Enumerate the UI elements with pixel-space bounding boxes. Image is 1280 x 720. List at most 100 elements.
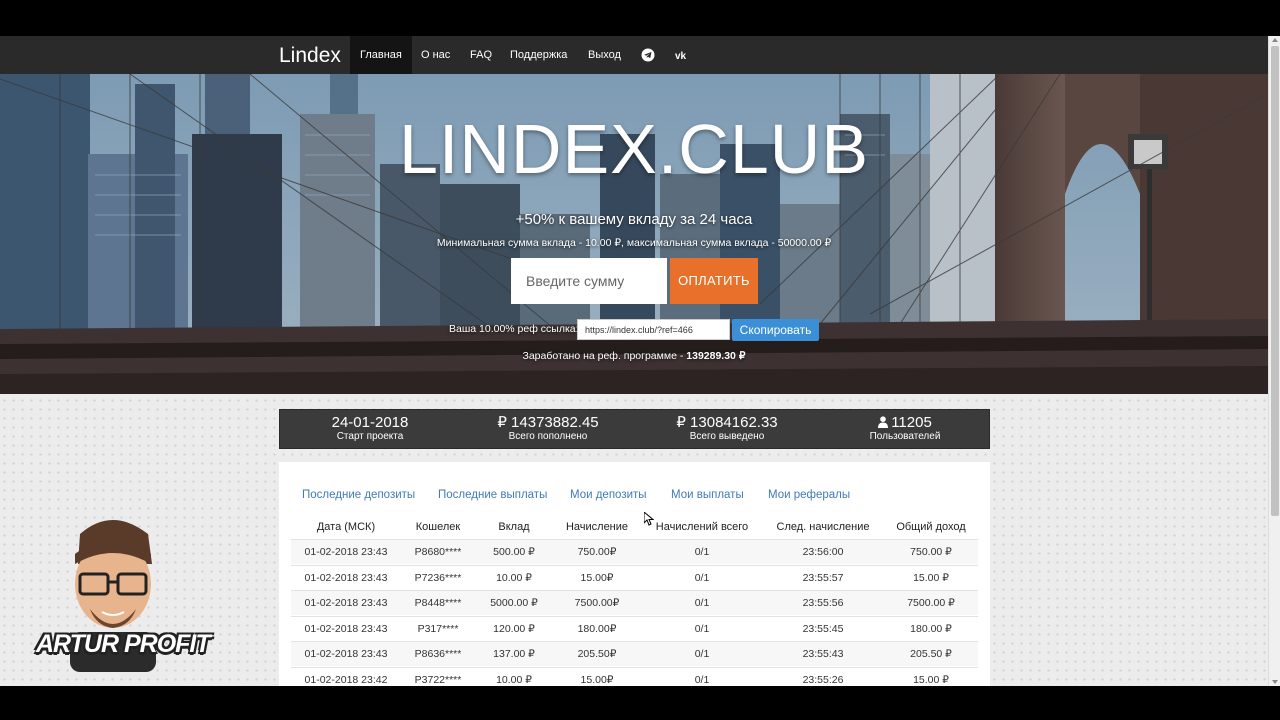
cell-date: 01-02-2018 23:43 xyxy=(304,571,388,584)
cell-total-income: 750.00 ₽ xyxy=(910,546,952,558)
cell-accrual: 15.00₽ xyxy=(580,673,614,686)
cell-accruals-total: 0/1 xyxy=(694,673,710,686)
stat-start-label: Старт проекта xyxy=(336,431,404,442)
cell-deposit: 137.00 ₽ xyxy=(493,648,535,660)
cell-accruals-total: 0/1 xyxy=(694,622,710,635)
stat-users-label: Пользователей xyxy=(869,431,941,442)
vk-icon[interactable]: vk xyxy=(675,48,691,62)
ref-earnings-text: Заработано на реф. программе - 139289.30… xyxy=(0,350,1268,362)
scrollbar-thumb[interactable] xyxy=(1271,46,1279,516)
col-deposit: Вклад xyxy=(498,521,530,533)
cell-total-income: 15.00 ₽ xyxy=(913,673,949,686)
col-wallet: Кошелек xyxy=(415,521,461,533)
cell-accrual: 180.00₽ xyxy=(577,622,617,635)
cell-next-accrual: 23:56:00 xyxy=(802,546,844,558)
cell-next-accrual: 23:55:56 xyxy=(802,597,844,609)
cell-accruals-total: 0/1 xyxy=(694,648,710,660)
cell-deposit: 500.00 ₽ xyxy=(493,546,535,558)
ref-earnings-value: 139289.30 ₽ xyxy=(686,350,746,362)
stat-start-value: 24-01-2018 xyxy=(331,414,409,431)
tab-my-referrals[interactable]: Мои рефералы xyxy=(768,489,850,501)
stat-withdrawn-label: Всего выведено xyxy=(689,431,765,442)
stat-start: 24-01-2018 Старт проекта xyxy=(280,414,460,443)
col-accrual: Начисление xyxy=(565,521,629,533)
nav-item-logout[interactable]: Выход xyxy=(578,36,631,74)
cell-deposit: 10.00 ₽ xyxy=(496,673,532,686)
stat-users-value: 11205 xyxy=(891,414,932,431)
cell-deposit: 120.00 ₽ xyxy=(493,622,535,635)
ref-earnings-label: Заработано на реф. программе - xyxy=(522,350,687,362)
cell-total-income: 15.00 ₽ xyxy=(913,571,949,584)
cell-wallet: P8448**** xyxy=(414,597,462,609)
browser-viewport: Lindex Главная О нас FAQ Поддержка Выход… xyxy=(0,36,1268,686)
navbar: Lindex Главная О нас FAQ Поддержка Выход… xyxy=(0,36,1268,74)
stat-users-value-wrap: 11205 xyxy=(815,414,995,431)
cell-accrual: 750.00₽ xyxy=(577,546,617,558)
cell-next-accrual: 23:55:45 xyxy=(802,622,844,635)
brand-logo[interactable]: Lindex xyxy=(279,44,341,68)
cell-total-income: 180.00 ₽ xyxy=(910,622,952,635)
cell-date: 01-02-2018 23:43 xyxy=(304,597,388,609)
stat-deposited-value: ₽ 14373882.45 xyxy=(497,414,599,431)
watermark-text: ARTUR PROFIT xyxy=(36,630,211,658)
amount-input[interactable] xyxy=(511,258,667,304)
hero-subtitle: +50% к вашему вкладу за 24 часа xyxy=(515,211,753,228)
artur-profit-logo xyxy=(70,520,156,672)
cell-wallet: P7236**** xyxy=(414,571,462,584)
col-total-income: Общий доход xyxy=(896,521,966,533)
stat-deposited-label: Всего пополнено xyxy=(508,431,588,442)
tab-my-deposits[interactable]: Мои депозиты xyxy=(570,489,647,501)
cell-accruals-total: 0/1 xyxy=(694,597,710,609)
cell-wallet: P8680**** xyxy=(414,546,462,558)
hero-section: LINDEX.CLUB +50% к вашему вкладу за 24 ч… xyxy=(0,74,1268,394)
copy-button[interactable]: Скопировать xyxy=(732,319,819,341)
cell-wallet: P317**** xyxy=(417,622,459,635)
scroll-down-arrow-icon[interactable] xyxy=(1272,680,1278,684)
ref-link-label: Ваша 10.00% реф ссылка: xyxy=(449,323,579,335)
svg-text:vk: vk xyxy=(675,51,687,62)
stats-bar: 24-01-2018 Старт проекта ₽ 14373882.45 В… xyxy=(279,409,990,449)
col-next-accrual: След. начисление xyxy=(776,521,870,533)
tab-last-deposits[interactable]: Последние депозиты xyxy=(302,489,415,501)
user-icon xyxy=(878,416,889,428)
stat-users: 11205 Пользователей xyxy=(815,414,995,443)
cell-accrual: 15.00₽ xyxy=(580,571,614,584)
cell-date: 01-02-2018 23:42 xyxy=(304,673,388,686)
nav-item-home[interactable]: Главная xyxy=(350,36,412,74)
letterbox-top xyxy=(0,0,1280,36)
stat-withdrawn-value: ₽ 13084162.33 xyxy=(676,414,778,431)
col-accruals-total: Начислений всего xyxy=(655,521,749,533)
vertical-scrollbar[interactable] xyxy=(1268,36,1280,686)
cell-deposit: 5000.00 ₽ xyxy=(490,597,538,609)
pay-button[interactable]: ОПЛАТИТЬ xyxy=(670,258,758,304)
tab-last-payouts[interactable]: Последние выплаты xyxy=(438,489,547,501)
cell-wallet: P8636**** xyxy=(414,648,462,660)
hero-title: LINDEX.CLUB xyxy=(398,110,870,188)
cell-date: 01-02-2018 23:43 xyxy=(304,622,388,635)
scroll-up-arrow-icon[interactable] xyxy=(1272,38,1278,42)
cell-accruals-total: 0/1 xyxy=(694,546,710,558)
telegram-icon[interactable] xyxy=(641,48,655,62)
cell-wallet: P3722**** xyxy=(414,673,462,686)
cell-accrual: 7500.00₽ xyxy=(574,597,620,609)
ref-link-field[interactable] xyxy=(577,319,730,340)
stat-deposited: ₽ 14373882.45 Всего пополнено xyxy=(458,414,638,443)
tab-my-payouts[interactable]: Мои выплаты xyxy=(671,489,744,501)
cell-accrual: 205.50₽ xyxy=(577,648,617,660)
deposit-limits-text: Минимальная сумма вклада - 10.00 ₽, макс… xyxy=(436,237,832,249)
cell-next-accrual: 23:55:26 xyxy=(802,673,844,686)
nav-item-support[interactable]: Поддержка xyxy=(500,36,577,74)
mouse-cursor-icon xyxy=(644,512,654,526)
cell-accruals-total: 0/1 xyxy=(694,571,710,584)
cell-next-accrual: 23:55:43 xyxy=(802,648,844,660)
col-date: Дата (МСК) xyxy=(316,521,376,533)
cell-date: 01-02-2018 23:43 xyxy=(304,546,388,558)
stat-withdrawn: ₽ 13084162.33 Всего выведено xyxy=(637,414,817,443)
cell-total-income: 205.50 ₽ xyxy=(910,648,952,660)
cell-next-accrual: 23:55:57 xyxy=(802,571,844,584)
nav-item-about[interactable]: О нас xyxy=(411,36,460,74)
cell-total-income: 7500.00 ₽ xyxy=(907,597,955,609)
cell-deposit: 10.00 ₽ xyxy=(496,571,532,584)
nav-item-faq[interactable]: FAQ xyxy=(460,36,502,74)
cell-date: 01-02-2018 23:43 xyxy=(304,648,388,660)
